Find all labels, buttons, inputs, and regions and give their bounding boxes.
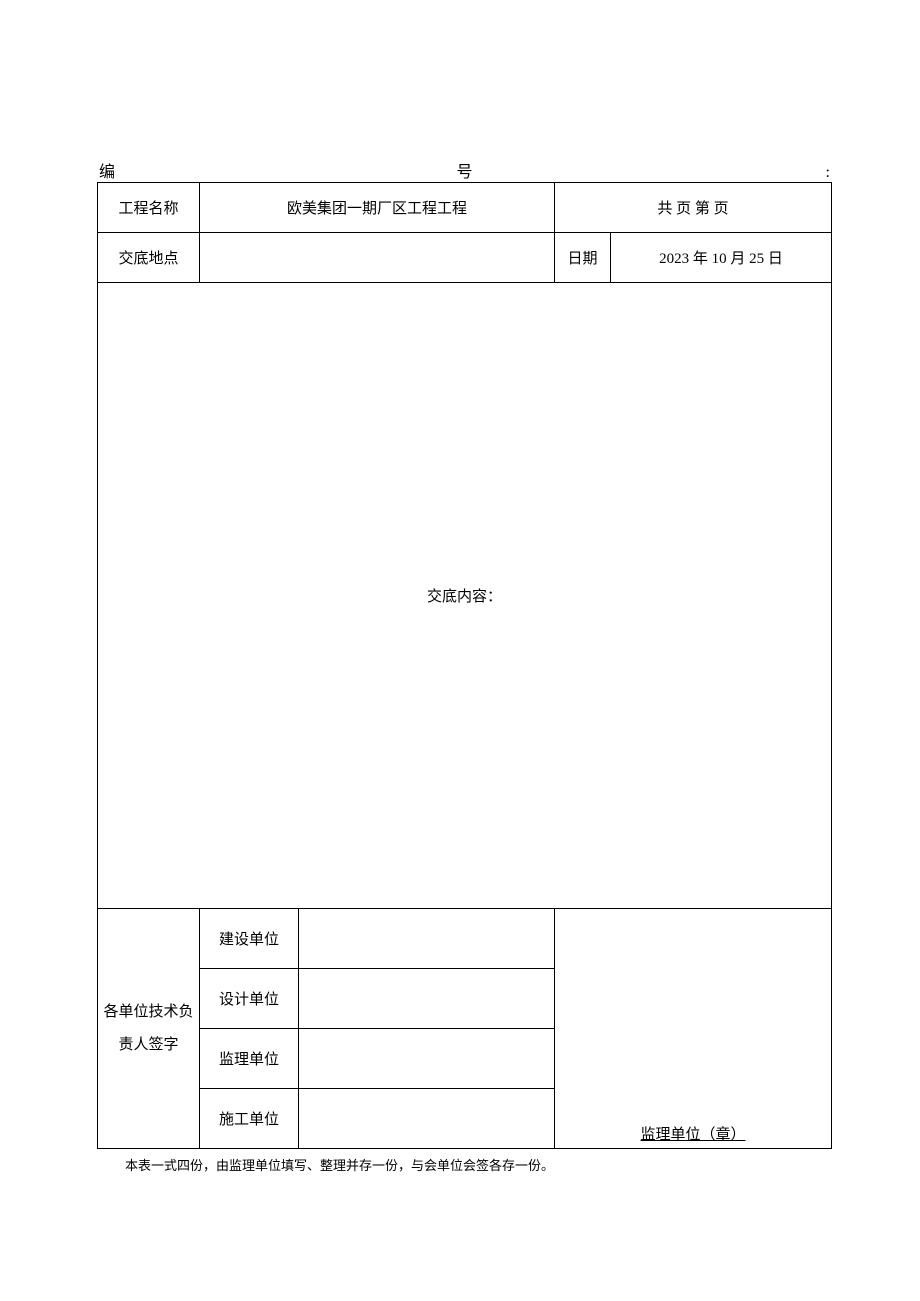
signature-design-label: 设计单位 <box>200 969 299 1029</box>
signature-supervision-label: 监理单位 <box>200 1029 299 1089</box>
serial-number-row: 编 号 : <box>97 160 832 182</box>
signature-supervision-value <box>299 1029 555 1089</box>
date-label: 日期 <box>555 233 611 283</box>
content-cell: 交底内容： <box>98 283 832 909</box>
footer-note: 本表一式四份，由监理单位填写、整理并存一份，与会单位会签各存一份。 <box>97 1149 832 1174</box>
serial-prefix-left: 编 <box>99 158 119 182</box>
date-value: 2023 年 10 月 25 日 <box>611 233 832 283</box>
location-label: 交底地点 <box>98 233 200 283</box>
table-row: 各单位技术负责人签字 建设单位 监理单位（章） <box>98 909 832 969</box>
document-page: 编 号 : 工程名称 欧美集团一期厂区工程工程 共 页 第 页 交底地点 日期 … <box>97 160 832 1174</box>
content-label: 交底内容： <box>427 589 502 605</box>
form-table: 工程名称 欧美集团一期厂区工程工程 共 页 第 页 交底地点 日期 2023 年… <box>97 182 832 1149</box>
serial-prefix-mid: 号 <box>119 158 810 182</box>
stamp-label: 监理单位（章） <box>555 1123 831 1144</box>
table-row: 工程名称 欧美集团一期厂区工程工程 共 页 第 页 <box>98 183 832 233</box>
content-row: 交底内容： <box>98 283 832 909</box>
signature-contractor-label: 施工单位 <box>200 1089 299 1149</box>
project-name-value: 欧美集团一期厂区工程工程 <box>200 183 555 233</box>
table-row: 交底地点 日期 2023 年 10 月 25 日 <box>98 233 832 283</box>
stamp-cell: 监理单位（章） <box>555 909 832 1149</box>
serial-prefix-colon: : <box>810 164 830 182</box>
signature-group-label: 各单位技术负责人签字 <box>98 909 200 1149</box>
signature-design-value <box>299 969 555 1029</box>
location-value <box>200 233 555 283</box>
signature-construction-value <box>299 909 555 969</box>
project-name-label: 工程名称 <box>98 183 200 233</box>
signature-contractor-value <box>299 1089 555 1149</box>
page-info: 共 页 第 页 <box>555 183 832 233</box>
signature-construction-label: 建设单位 <box>200 909 299 969</box>
